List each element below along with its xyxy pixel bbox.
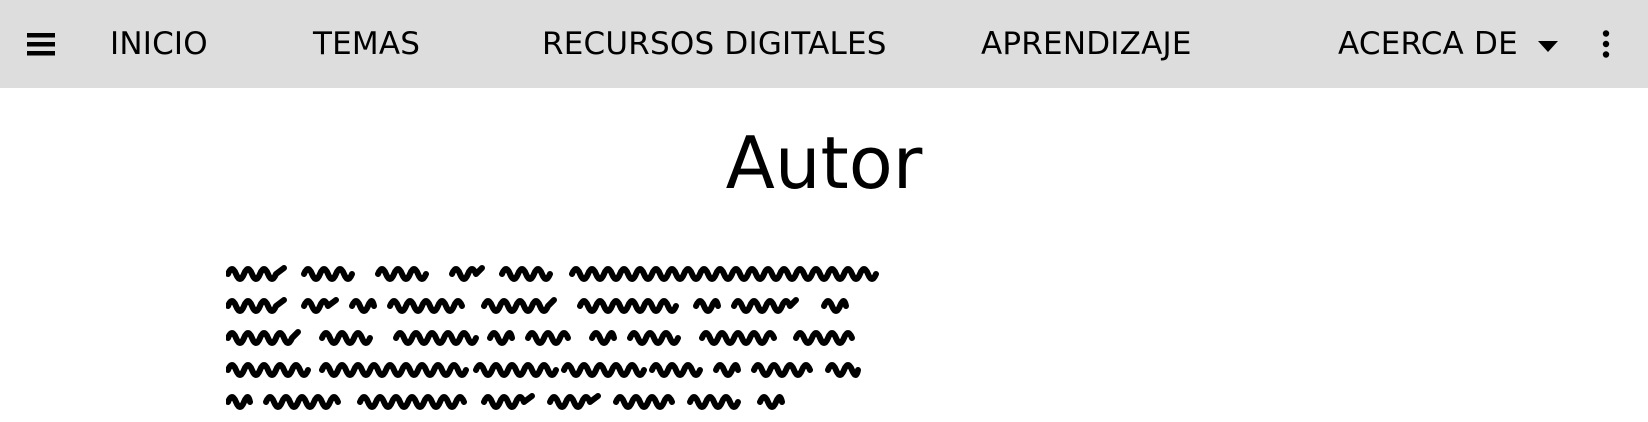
nav-item-label: ACERCA DE: [1338, 26, 1518, 62]
caret-down-icon: [1537, 40, 1558, 52]
scribbled-text-lines: [225, 265, 879, 410]
placeholder-text-block: [225, 258, 906, 422]
vertical-dots-more-icon[interactable]: [1596, 0, 1616, 88]
nav-item-aprendizaje[interactable]: APRENDIZAJE: [981, 0, 1192, 88]
nav-item-label: APRENDIZAJE: [981, 26, 1192, 62]
top-navbar: INICIO TEMAS RECURSOS DIGITALES APRENDIZ…: [0, 0, 1648, 88]
nav-item-acerca-de-dropdown[interactable]: ACERCA DE: [1338, 0, 1558, 88]
nav-item-label: RECURSOS DIGITALES: [542, 26, 887, 62]
page-title: Autor: [725, 121, 923, 205]
nav-item-label: INICIO: [110, 26, 208, 62]
nav-item-inicio[interactable]: INICIO: [110, 0, 208, 88]
nav-item-recursos-digitales[interactable]: RECURSOS DIGITALES: [542, 0, 887, 88]
hamburger-menu-icon[interactable]: [22, 0, 62, 88]
nav-item-temas[interactable]: TEMAS: [313, 0, 420, 88]
nav-item-label: TEMAS: [313, 26, 421, 62]
